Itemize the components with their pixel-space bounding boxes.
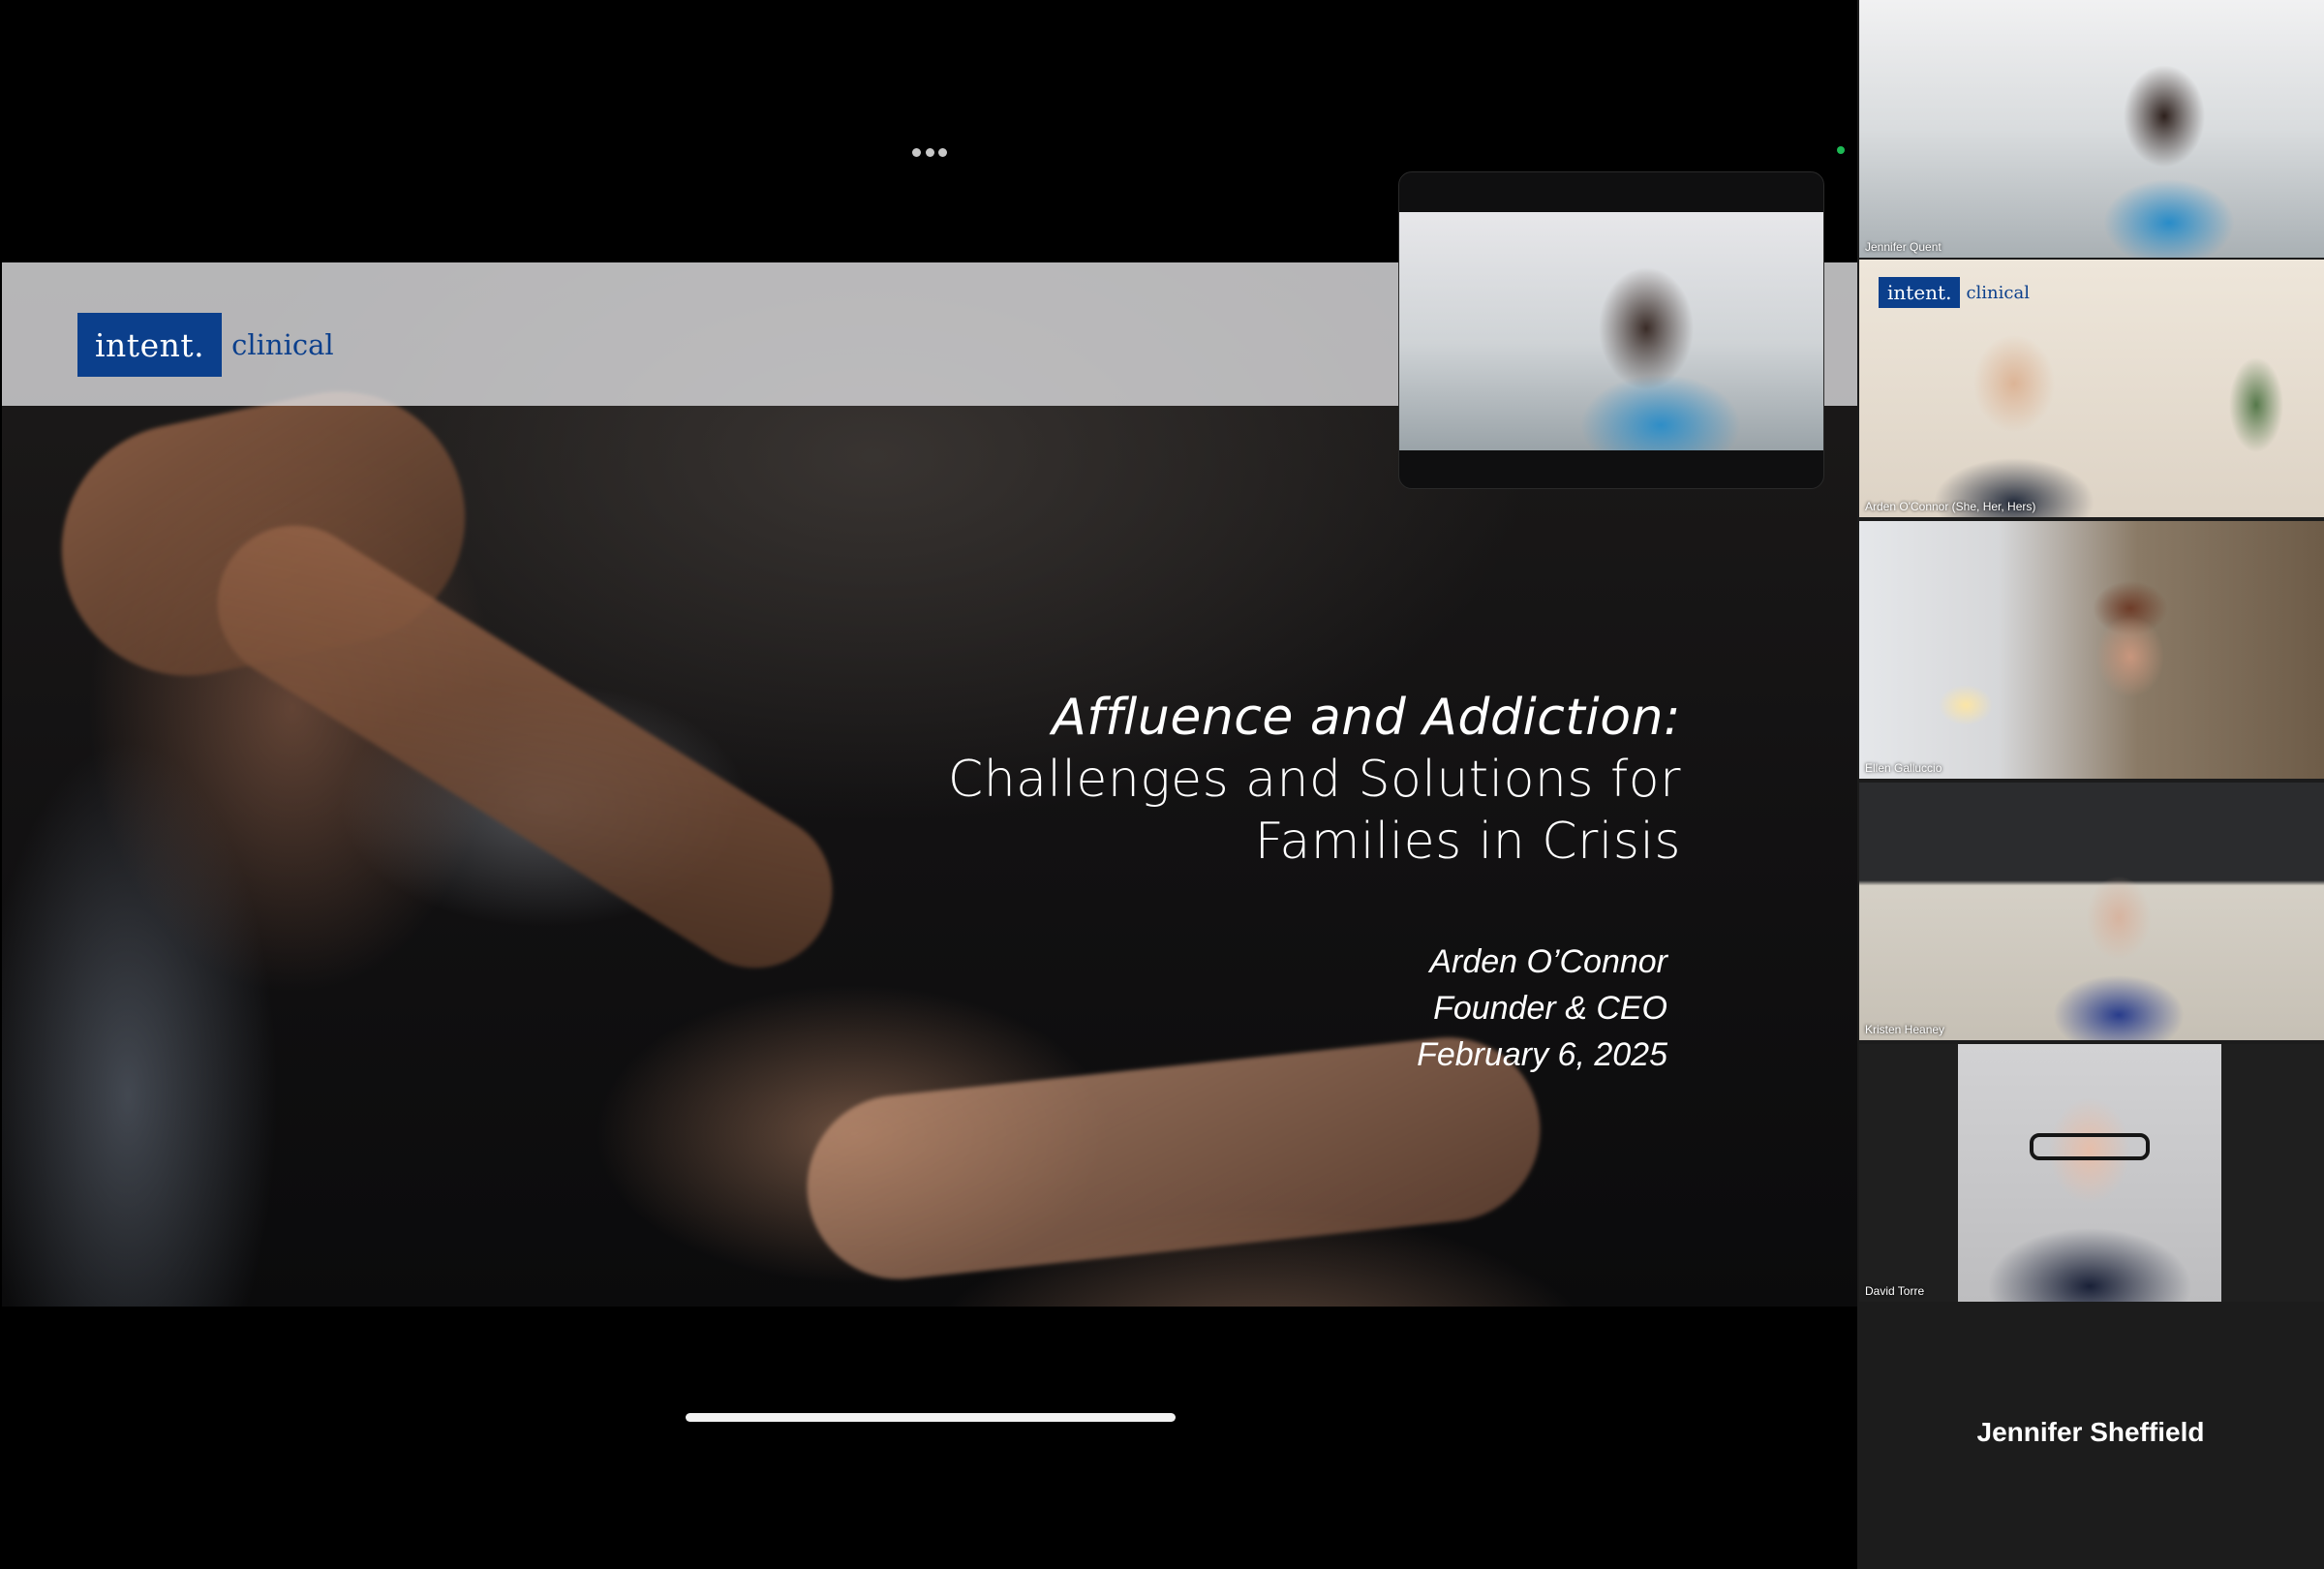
slide-title-line-2: Challenges and Solutions for — [947, 751, 1681, 809]
participant-name: David Torre — [1865, 1284, 1925, 1298]
connection-status-indicator — [1837, 146, 1845, 154]
shared-screen: intent. clinical Affluence and Addiction… — [0, 0, 1857, 1569]
presentation-date: February 6, 2025 — [1417, 1036, 1667, 1073]
floating-video-feed — [1399, 212, 1823, 450]
scroll-indicator[interactable] — [686, 1413, 1176, 1422]
participant-photo — [1958, 1044, 2221, 1302]
participant-name: Arden O'Connor (She, Her, Hers) — [1865, 500, 2036, 513]
participant-name: Kristen Heaney — [1865, 1023, 1945, 1036]
slide-image-forearm — [188, 496, 862, 998]
logo-mark: intent. — [77, 313, 223, 377]
participant-name: Ellen Galluccio — [1865, 761, 1942, 775]
participant-tile[interactable]: Jennifer Quent — [1859, 0, 2324, 258]
participant-name: Jennifer Quent — [1865, 240, 1942, 254]
presenter-name: Arden O’Connor — [1429, 943, 1667, 980]
participant-tile[interactable]: Ellen Galluccio — [1859, 521, 2324, 779]
floating-self-video[interactable] — [1398, 171, 1824, 489]
background-logo-mark: intent. — [1879, 277, 1961, 308]
background-logo-suffix: clinical — [1966, 282, 2030, 303]
active-speaker-name: Jennifer Sheffield — [1976, 1417, 2205, 1447]
participant-tile[interactable]: Kristen Heaney — [1859, 783, 2324, 1040]
slide-byline: Arden O’Connor Founder & CEO February 6,… — [1417, 938, 1667, 1078]
glasses-detail — [2030, 1133, 2150, 1160]
intent-clinical-logo: intent. clinical — [77, 313, 334, 377]
logo-suffix: clinical — [231, 328, 334, 361]
participant-tile[interactable]: intent. clinical Arden O'Connor (She, He… — [1859, 260, 2324, 517]
slide-title-line-1: Affluence and Addiction: — [1052, 689, 1681, 747]
slide-title: Affluence and Addiction: Challenges and … — [948, 687, 1681, 873]
background-logo: intent. clinical — [1879, 277, 2030, 308]
more-options-icon[interactable] — [912, 145, 947, 159]
participant-gallery: Jennifer Quent intent. clinical Arden O'… — [1857, 0, 2324, 1569]
slide-title-line-3: Families in Crisis — [1254, 813, 1681, 871]
participant-tile[interactable]: David Torre — [1859, 1044, 2324, 1302]
presenter-role: Founder & CEO — [1433, 990, 1667, 1027]
